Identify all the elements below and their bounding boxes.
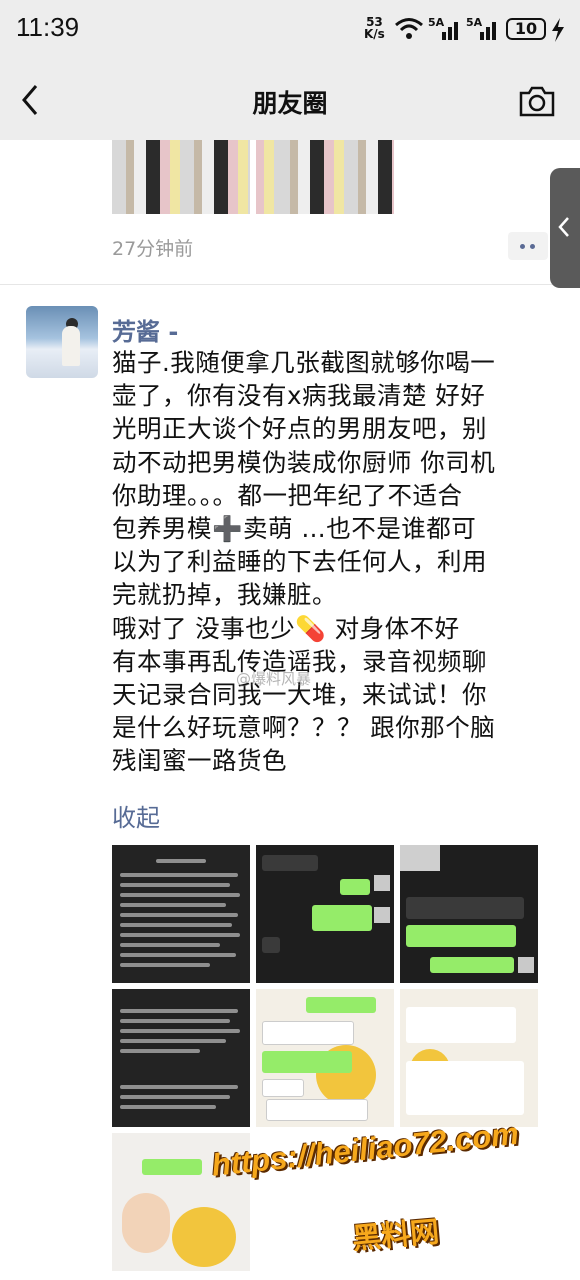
prev-post-photo[interactable] [256,140,394,214]
post-image[interactable] [112,989,250,1127]
prev-post-timestamp: 27分钟前 [112,238,194,260]
post-image[interactable] [112,845,250,983]
post-image[interactable] [256,989,394,1127]
dot-icon [530,244,535,249]
status-bar: 11:39 53 K/s 5A 5A 10 [0,0,580,60]
post-image[interactable] [256,845,394,983]
post-image[interactable] [400,845,538,983]
nav-bar: 朋友圈 [0,60,580,140]
post-image[interactable] [400,989,538,1127]
signal-1-label: 5A [428,16,445,29]
collapse-link[interactable]: 收起 [112,798,160,833]
feed-divider [0,284,580,285]
dot-icon [520,244,525,249]
signal-2-label: 5A [466,16,483,29]
watermark-overlay: @爆料风暴 [236,670,312,688]
more-actions-button[interactable] [508,232,548,260]
wifi-icon [395,18,423,39]
prev-post-photo[interactable] [112,140,250,214]
net-speed: 53 K/s [364,16,385,40]
post-text: 猫子.我随便拿几张截图就够你喝一 壶了，你有没有x病我最清楚 好好 光明正大谈个… [112,348,496,776]
page-title: 朋友圈 [252,89,328,118]
net-speed-unit: K/s [364,27,385,41]
charging-icon [552,18,564,42]
avatar[interactable] [26,306,98,378]
status-time: 11:39 [16,12,80,42]
promo-site-name-watermark: 黑料网 [350,1214,441,1256]
camera-icon[interactable] [518,84,556,118]
battery-indicator: 10 [506,18,546,40]
chevron-left-icon [558,217,569,237]
post-username[interactable]: 芳酱 - [112,312,178,347]
avatar-figure-body [62,326,80,366]
side-drawer-handle[interactable] [550,168,580,288]
